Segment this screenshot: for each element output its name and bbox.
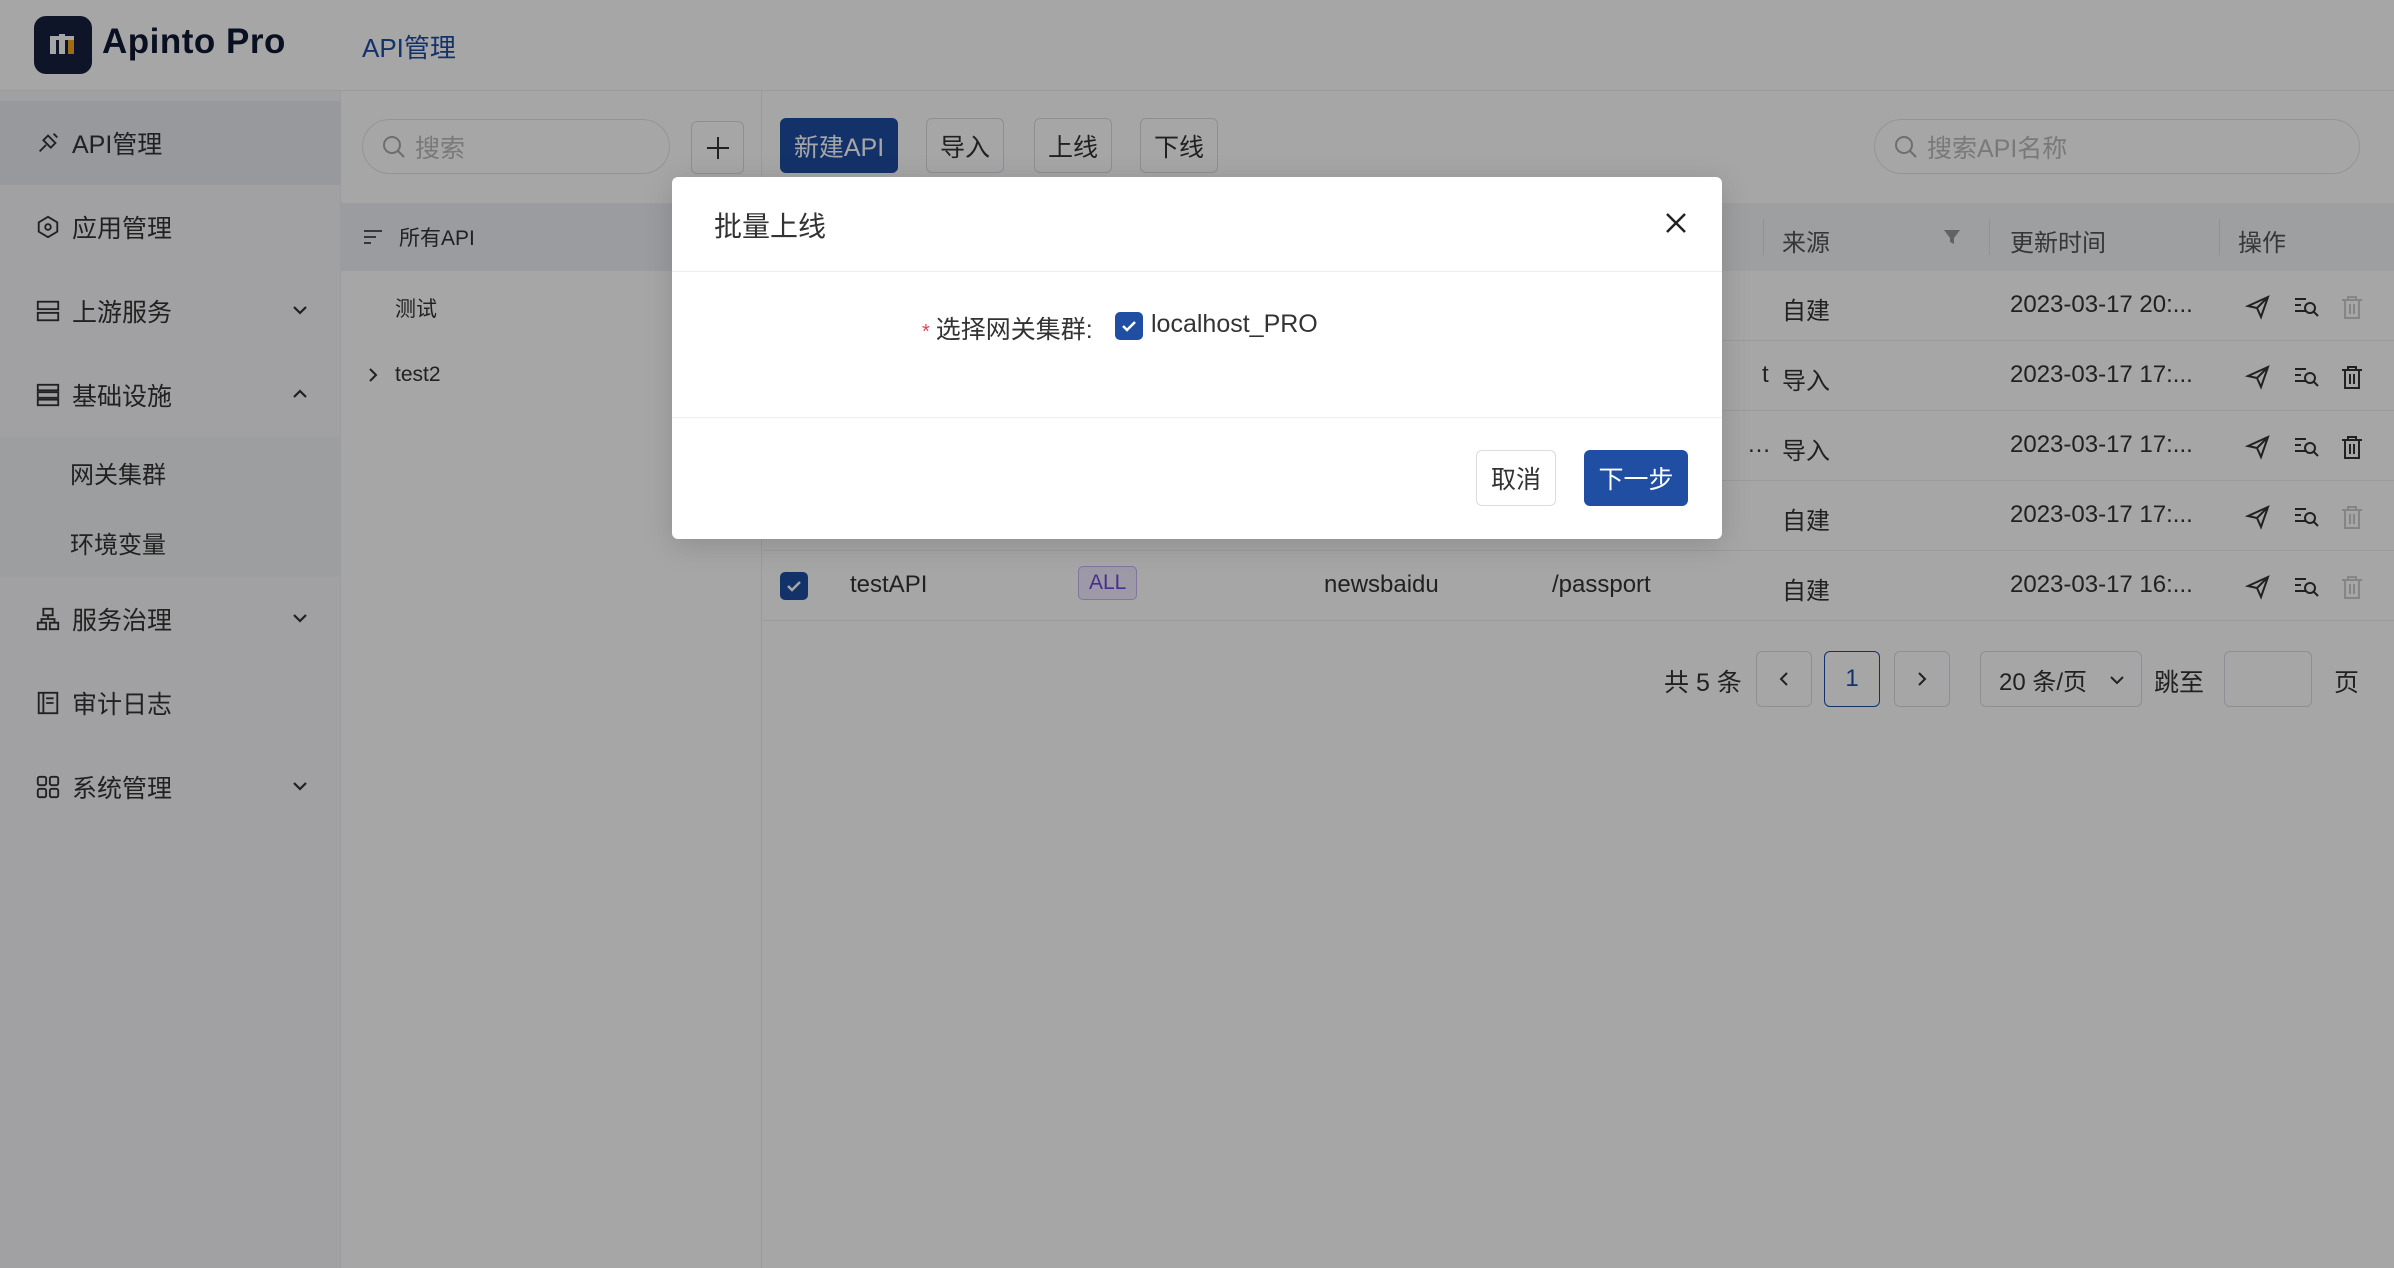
cancel-button[interactable]: 取消 xyxy=(1476,450,1556,506)
modal-body: * 选择网关集群: localhost_PRO xyxy=(672,272,1722,418)
modal-header: 批量上线 xyxy=(672,177,1722,272)
modal-footer: 取消 下一步 xyxy=(672,418,1722,539)
check-icon xyxy=(1122,321,1136,332)
close-icon[interactable] xyxy=(1660,207,1692,239)
required-mark: * xyxy=(922,321,930,343)
modal-title: 批量上线 xyxy=(714,211,827,242)
field-label-text: 选择网关集群: xyxy=(935,316,1093,344)
batch-online-modal: 批量上线 * 选择网关集群: localhost_PRO 取消 下一步 xyxy=(672,177,1722,539)
cluster-checkbox[interactable] xyxy=(1115,312,1143,340)
cluster-option-label[interactable]: localhost_PRO xyxy=(1151,310,1318,339)
next-step-button[interactable]: 下一步 xyxy=(1584,450,1688,506)
gateway-cluster-label: * 选择网关集群: xyxy=(922,310,1093,346)
app-root: Apinto Pro API管理 API管理 应用管理 上游服务 基础设施 网关… xyxy=(0,0,2394,1268)
